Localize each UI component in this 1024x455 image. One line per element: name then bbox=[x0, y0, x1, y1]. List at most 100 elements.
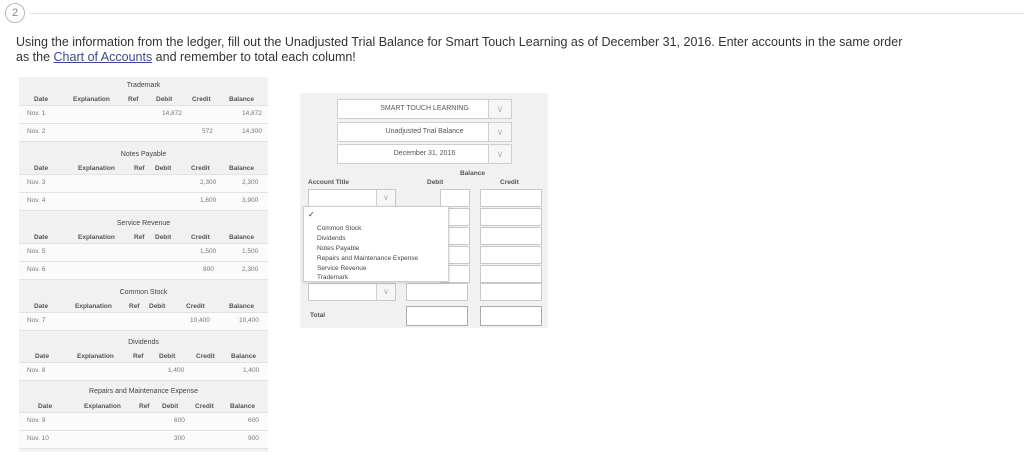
debit-heading: Debit bbox=[427, 179, 444, 186]
col-credit: Credit bbox=[191, 234, 210, 241]
credit-input[interactable] bbox=[480, 246, 542, 264]
cell-date: Nov. 3 bbox=[27, 179, 46, 186]
account-select[interactable]: ∨ bbox=[308, 189, 396, 207]
total-label: Total bbox=[310, 312, 326, 319]
col-balance: Balance bbox=[229, 303, 254, 310]
ledger-account-service-revenue: Service Revenue Date Explanation Ref Deb… bbox=[19, 215, 268, 281]
chevron-down-icon[interactable]: ∨ bbox=[376, 190, 395, 206]
col-debit: Debit bbox=[149, 303, 166, 310]
dropdown-option[interactable]: Trademark bbox=[317, 274, 348, 281]
credit-input[interactable] bbox=[480, 265, 542, 283]
credit-heading: Credit bbox=[500, 179, 519, 186]
cell-debit: 14,872 bbox=[162, 110, 182, 117]
cell-debit: 300 bbox=[174, 435, 185, 442]
cell-credit: 2,300 bbox=[200, 179, 217, 186]
cell-balance: 2,300 bbox=[242, 266, 259, 273]
ledger-panel: Trademark Date Explanation Ref Debit Cre… bbox=[19, 77, 268, 452]
dropdown-option[interactable]: Repairs and Maintenance Expense bbox=[317, 255, 418, 262]
trial-balance-panel: SMART TOUCH LEARNING ∨ Unadjusted Trial … bbox=[300, 93, 548, 328]
col-date: Date bbox=[34, 303, 49, 310]
col-ref: Ref bbox=[139, 403, 150, 410]
company-select[interactable]: SMART TOUCH LEARNING ∨ bbox=[337, 99, 512, 119]
ledger-row bbox=[19, 261, 268, 280]
col-credit: Credit bbox=[196, 353, 215, 360]
date-select-value: December 31, 2016 bbox=[393, 150, 456, 157]
cell-credit: 572 bbox=[202, 128, 213, 135]
ledger-row bbox=[19, 412, 268, 431]
cell-balance: 10,400 bbox=[239, 317, 259, 324]
cell-balance: 1,400 bbox=[243, 367, 260, 374]
col-balance: Balance bbox=[230, 403, 255, 410]
chevron-down-icon[interactable]: ∨ bbox=[488, 122, 512, 142]
credit-input[interactable] bbox=[480, 189, 542, 207]
col-date: Date bbox=[35, 353, 50, 360]
company-select-value: SMART TOUCH LEARNING bbox=[380, 105, 469, 112]
cell-date: Nov. 6 bbox=[27, 266, 46, 273]
col-ref: Ref bbox=[129, 303, 140, 310]
question-number: 2 bbox=[5, 3, 25, 23]
balance-heading: Balance bbox=[460, 170, 485, 177]
cell-date: Nov. 5 bbox=[27, 248, 46, 255]
ledger-account-title: Notes Payable bbox=[120, 151, 167, 158]
account-dropdown-menu: ✓ Common Stock Dividends Notes Payable R… bbox=[303, 206, 449, 282]
chevron-down-icon[interactable]: ∨ bbox=[488, 144, 512, 164]
debit-input[interactable] bbox=[440, 189, 470, 207]
report-select[interactable]: Unadjusted Trial Balance ∨ bbox=[337, 122, 512, 142]
col-balance: Balance bbox=[229, 165, 254, 172]
col-explanation: Explanation bbox=[78, 234, 115, 241]
cell-debit: 1,400 bbox=[168, 367, 185, 374]
ledger-account-title: Common Stock bbox=[119, 289, 168, 296]
chevron-down-icon[interactable]: ∨ bbox=[488, 99, 512, 119]
ledger-account-title: Repairs and Maintenance Expense bbox=[89, 388, 198, 395]
col-debit: Debit bbox=[155, 234, 172, 241]
ledger-row bbox=[19, 105, 268, 124]
ledger-account-trademark: Trademark Date Explanation Ref Debit Cre… bbox=[19, 77, 268, 143]
ledger-row bbox=[19, 174, 268, 193]
dropdown-option[interactable]: Service Revenue bbox=[317, 265, 367, 272]
dropdown-option[interactable]: Notes Payable bbox=[317, 245, 359, 252]
ledger-row bbox=[19, 312, 268, 331]
report-select-value: Unadjusted Trial Balance bbox=[385, 128, 464, 135]
col-debit: Debit bbox=[162, 403, 179, 410]
ledger-row bbox=[19, 123, 268, 142]
ledger-row bbox=[19, 243, 268, 262]
dropdown-option[interactable]: Common Stock bbox=[317, 225, 361, 232]
cell-balance: 900 bbox=[248, 435, 259, 442]
credit-input[interactable] bbox=[480, 208, 542, 226]
col-balance: Balance bbox=[229, 96, 254, 103]
col-debit: Debit bbox=[159, 353, 176, 360]
credit-input[interactable] bbox=[480, 227, 542, 245]
cell-date: Nov. 4 bbox=[27, 197, 46, 204]
col-credit: Credit bbox=[192, 96, 211, 103]
cell-date: Nov. 8 bbox=[27, 367, 46, 374]
date-select[interactable]: December 31, 2016 ∨ bbox=[337, 144, 512, 164]
col-explanation: Explanation bbox=[75, 303, 112, 310]
chevron-down-icon[interactable]: ∨ bbox=[376, 284, 395, 300]
chart-of-accounts-link[interactable]: Chart of Accounts bbox=[54, 50, 153, 64]
cell-date: Nov. 10 bbox=[27, 435, 49, 442]
col-credit: Credit bbox=[191, 165, 210, 172]
debit-total-input[interactable] bbox=[406, 306, 468, 326]
cell-balance: 2,300 bbox=[242, 179, 259, 186]
col-ref: Ref bbox=[134, 234, 145, 241]
ledger-account-title: Dividends bbox=[128, 339, 159, 346]
cell-balance: 14,300 bbox=[242, 128, 262, 135]
cell-credit: 800 bbox=[203, 266, 214, 273]
cell-credit: 1,600 bbox=[200, 197, 217, 204]
ledger-account-title: Trademark bbox=[126, 82, 161, 89]
account-select[interactable]: ∨ bbox=[308, 283, 396, 301]
ledger-account-notes-payable: Notes Payable Date Explanation Ref Debit… bbox=[19, 146, 268, 212]
col-ref: Ref bbox=[128, 96, 139, 103]
cell-date: Nov. 7 bbox=[27, 317, 46, 324]
col-balance: Balance bbox=[231, 353, 256, 360]
credit-total-input[interactable] bbox=[480, 306, 542, 326]
cell-date: Nov. 1 bbox=[27, 110, 46, 117]
credit-input[interactable] bbox=[480, 283, 542, 301]
col-debit: Debit bbox=[155, 165, 172, 172]
debit-input[interactable] bbox=[406, 283, 468, 301]
cell-credit: 10,400 bbox=[190, 317, 210, 324]
col-explanation: Explanation bbox=[77, 353, 114, 360]
account-title-heading: Account Title bbox=[308, 179, 350, 186]
dropdown-option[interactable]: Dividends bbox=[317, 235, 346, 242]
cell-debit: 600 bbox=[174, 417, 185, 424]
